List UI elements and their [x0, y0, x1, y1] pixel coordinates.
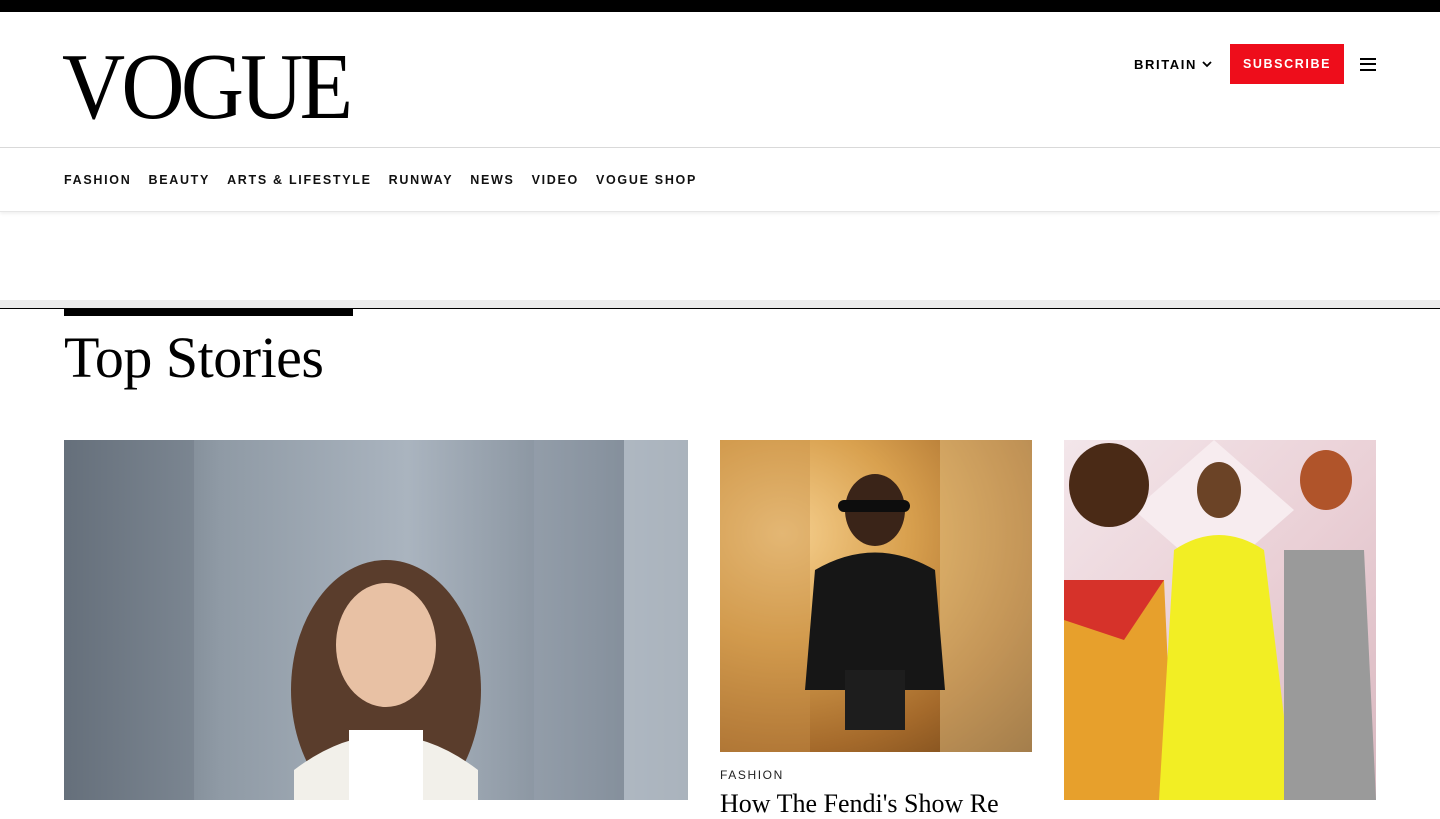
edition-label: BRITAIN	[1134, 56, 1197, 72]
story-image-illustration	[64, 440, 688, 800]
section-header: Top Stories	[64, 309, 353, 387]
nav-item-beauty[interactable]: BEAUTY	[148, 173, 210, 187]
section-rule: Top Stories	[0, 308, 1440, 387]
vogue-logo[interactable]: VOGUE	[62, 40, 353, 134]
masthead: VOGUE BRITAIN SUBSCRIBE	[0, 12, 1440, 148]
section-title-bar	[64, 309, 353, 316]
nav-item-news[interactable]: NEWS	[470, 173, 514, 187]
section-title: Top Stories	[64, 325, 324, 390]
ad-divider	[0, 300, 1440, 308]
nav-item-video[interactable]: VIDEO	[532, 173, 579, 187]
story-headline[interactable]: How The Fendi's Show Re	[720, 789, 999, 819]
story-rubric: FASHION	[720, 768, 784, 782]
story-image[interactable]	[64, 440, 688, 800]
nav-item-vogue-shop[interactable]: VOGUE SHOP	[596, 173, 697, 187]
edition-selector[interactable]: BRITAIN	[1134, 57, 1212, 72]
story-image[interactable]	[720, 440, 1032, 752]
story-image-illustration	[1064, 440, 1376, 800]
masthead-actions: BRITAIN SUBSCRIBE	[1134, 44, 1376, 84]
top-strip	[0, 0, 1440, 12]
story-card-featured[interactable]	[64, 440, 688, 800]
chevron-down-icon	[1202, 60, 1212, 67]
story-image-illustration	[720, 440, 1032, 752]
subscribe-button[interactable]: SUBSCRIBE	[1230, 44, 1344, 84]
story-card-fashion[interactable]: FASHION How The Fendi's Show Re	[720, 440, 1032, 818]
hamburger-menu-icon[interactable]	[1360, 57, 1376, 71]
main-nav: FASHION BEAUTY ARTS & LIFESTYLE RUNWAY N…	[0, 148, 1440, 212]
top-stories-grid: FASHION How The Fendi's Show Re	[64, 440, 1376, 818]
story-card-gallery[interactable]	[1064, 440, 1376, 800]
ad-slot	[0, 212, 1440, 300]
story-image[interactable]	[1064, 440, 1376, 800]
nav-item-runway[interactable]: RUNWAY	[389, 173, 454, 187]
nav-item-fashion[interactable]: FASHION	[64, 173, 131, 187]
nav-item-arts-lifestyle[interactable]: ARTS & LIFESTYLE	[227, 173, 372, 187]
